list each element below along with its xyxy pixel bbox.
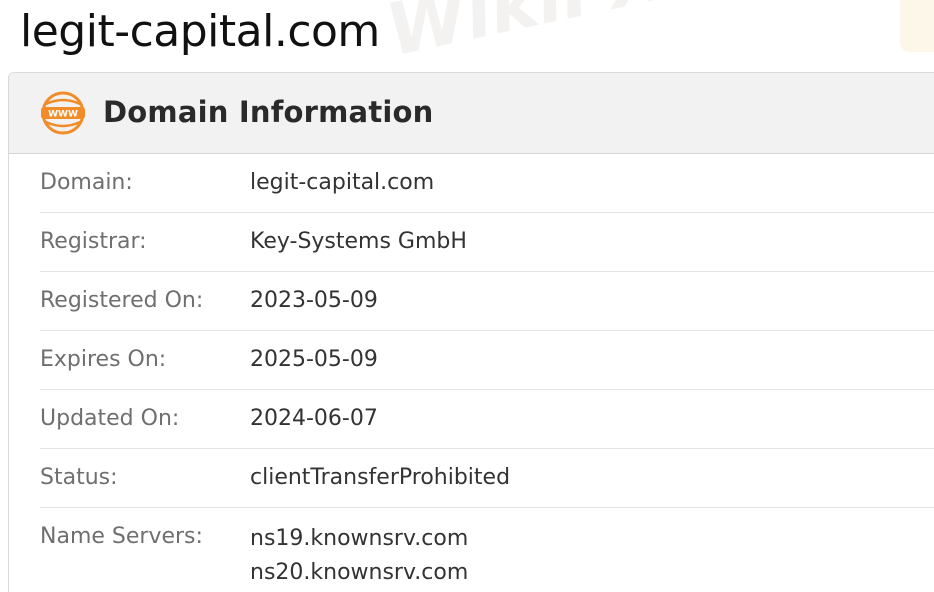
name-server-2: ns20.knownsrv.com — [250, 560, 469, 585]
table-row-domain: Domain: legit-capital.com — [40, 154, 934, 213]
table-row-registrar: Registrar: Key-Systems GmbH — [40, 213, 934, 272]
domain-info-card: WWW Domain Information Domain: legit-cap… — [8, 72, 934, 592]
row-label: Updated On: — [40, 406, 180, 431]
row-value: 2024-06-07 — [250, 406, 378, 431]
row-value: legit-capital.com — [250, 170, 435, 195]
row-value: 2023-05-09 — [250, 288, 378, 313]
row-label: Expires On: — [40, 347, 167, 372]
card-title: Domain Information — [103, 95, 434, 129]
row-label: Name Servers: — [40, 524, 203, 549]
row-label: Domain: — [40, 170, 133, 195]
row-value-list: ns19.knownsrv.com ns20.knownsrv.com — [250, 522, 468, 590]
table-row-name-servers: Name Servers: ns19.knownsrv.com ns20.kno… — [40, 508, 934, 592]
row-label: Status: — [40, 465, 118, 490]
table-row-expires-on: Expires On: 2025-05-09 — [40, 331, 934, 390]
table-row-updated-on: Updated On: 2024-06-07 — [40, 390, 934, 449]
row-value: clientTransferProhibited — [250, 465, 511, 490]
watermark-top: WikiFX — [379, 0, 673, 73]
page: WikiFX WikiFX legit-capital.com WWW Doma… — [0, 0, 934, 592]
row-label: Registered On: — [40, 288, 204, 313]
card-header: WWW Domain Information — [9, 73, 934, 154]
watermark-badge-top-right — [900, 0, 934, 52]
info-table: Domain: legit-capital.com Registrar: Key… — [9, 154, 934, 592]
www-globe-icon: WWW — [41, 91, 85, 135]
row-value: Key-Systems GmbH — [250, 229, 467, 254]
table-row-status: Status: clientTransferProhibited — [40, 449, 934, 508]
table-row-registered-on: Registered On: 2023-05-09 — [40, 272, 934, 331]
svg-text:WWW: WWW — [48, 110, 78, 120]
row-label: Registrar: — [40, 229, 147, 254]
row-value: 2025-05-09 — [250, 347, 378, 372]
site-title: legit-capital.com — [20, 6, 380, 57]
name-server-1: ns19.knownsrv.com — [250, 526, 469, 551]
